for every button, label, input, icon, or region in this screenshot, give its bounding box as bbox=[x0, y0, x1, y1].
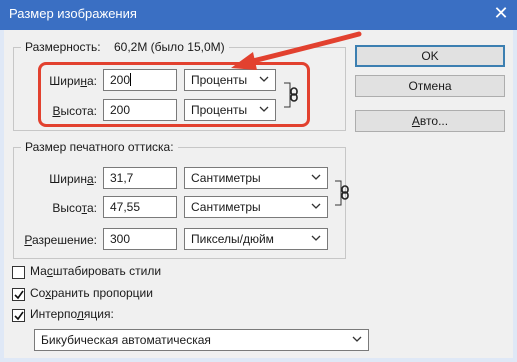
print-size-legend: Размер печатного оттиска: bbox=[21, 140, 178, 154]
pixel-dimensions-label: Размерность: 60,2M (было 15,0M) bbox=[21, 40, 229, 54]
chevron-down-icon bbox=[352, 336, 362, 342]
print-width-field[interactable]: 31,7 bbox=[103, 167, 177, 189]
auto-button[interactable]: Авто... bbox=[355, 110, 505, 132]
image-size-dialog: Размер изображения ✕ Размерность: 60,2M … bbox=[0, 0, 517, 362]
print-width-unit-select[interactable]: Сантиметры bbox=[184, 167, 328, 189]
print-width-label: Ширина: bbox=[49, 172, 97, 186]
checkmark-icon bbox=[14, 311, 24, 321]
resample-method-select[interactable]: Бикубическая автоматическая bbox=[34, 329, 369, 351]
chain-link-icon[interactable] bbox=[334, 178, 352, 208]
resolution-field[interactable]: 300 bbox=[103, 228, 177, 250]
print-height-unit: Сантиметры bbox=[191, 200, 261, 214]
cancel-button[interactable]: Отмена bbox=[355, 75, 505, 97]
dialog-body: Размерность: 60,2M (было 15,0M) Ширина: … bbox=[4, 30, 513, 358]
ok-button[interactable]: OK bbox=[355, 45, 505, 67]
chevron-down-icon bbox=[311, 174, 321, 180]
print-height-value: 47,55 bbox=[110, 200, 141, 214]
resample-method-value: Бикубическая автоматическая bbox=[41, 333, 211, 347]
print-width-value: 31,7 bbox=[110, 171, 134, 185]
scale-styles-label[interactable]: Масштабировать стили bbox=[30, 264, 161, 278]
resolution-value: 300 bbox=[110, 232, 131, 246]
resolution-label: Разрешение: bbox=[24, 233, 97, 247]
constrain-proportions-checkbox[interactable] bbox=[12, 288, 25, 301]
constrain-proportions-label[interactable]: Сохранить пропорции bbox=[30, 286, 153, 300]
scale-styles-checkbox[interactable] bbox=[12, 266, 25, 279]
pixel-dimensions-value: 60,2M (было 15,0M) bbox=[113, 40, 225, 54]
chevron-down-icon bbox=[311, 235, 321, 241]
print-height-label: Высота: bbox=[52, 201, 97, 215]
checkmark-icon bbox=[14, 290, 24, 300]
resample-label[interactable]: Интерполяция: bbox=[30, 307, 114, 321]
print-height-field[interactable]: 47,55 bbox=[103, 196, 177, 218]
resample-checkbox[interactable] bbox=[12, 309, 25, 322]
resolution-unit-select[interactable]: Пикселы/дюйм bbox=[184, 228, 328, 250]
resolution-unit: Пикселы/дюйм bbox=[191, 232, 274, 246]
window-title: Размер изображения bbox=[9, 6, 137, 21]
arrow-annotation bbox=[231, 31, 362, 70]
print-height-unit-select[interactable]: Сантиметры bbox=[184, 196, 328, 218]
print-width-unit: Сантиметры bbox=[191, 171, 261, 185]
close-icon[interactable]: ✕ bbox=[491, 4, 511, 24]
chevron-down-icon bbox=[311, 203, 321, 209]
